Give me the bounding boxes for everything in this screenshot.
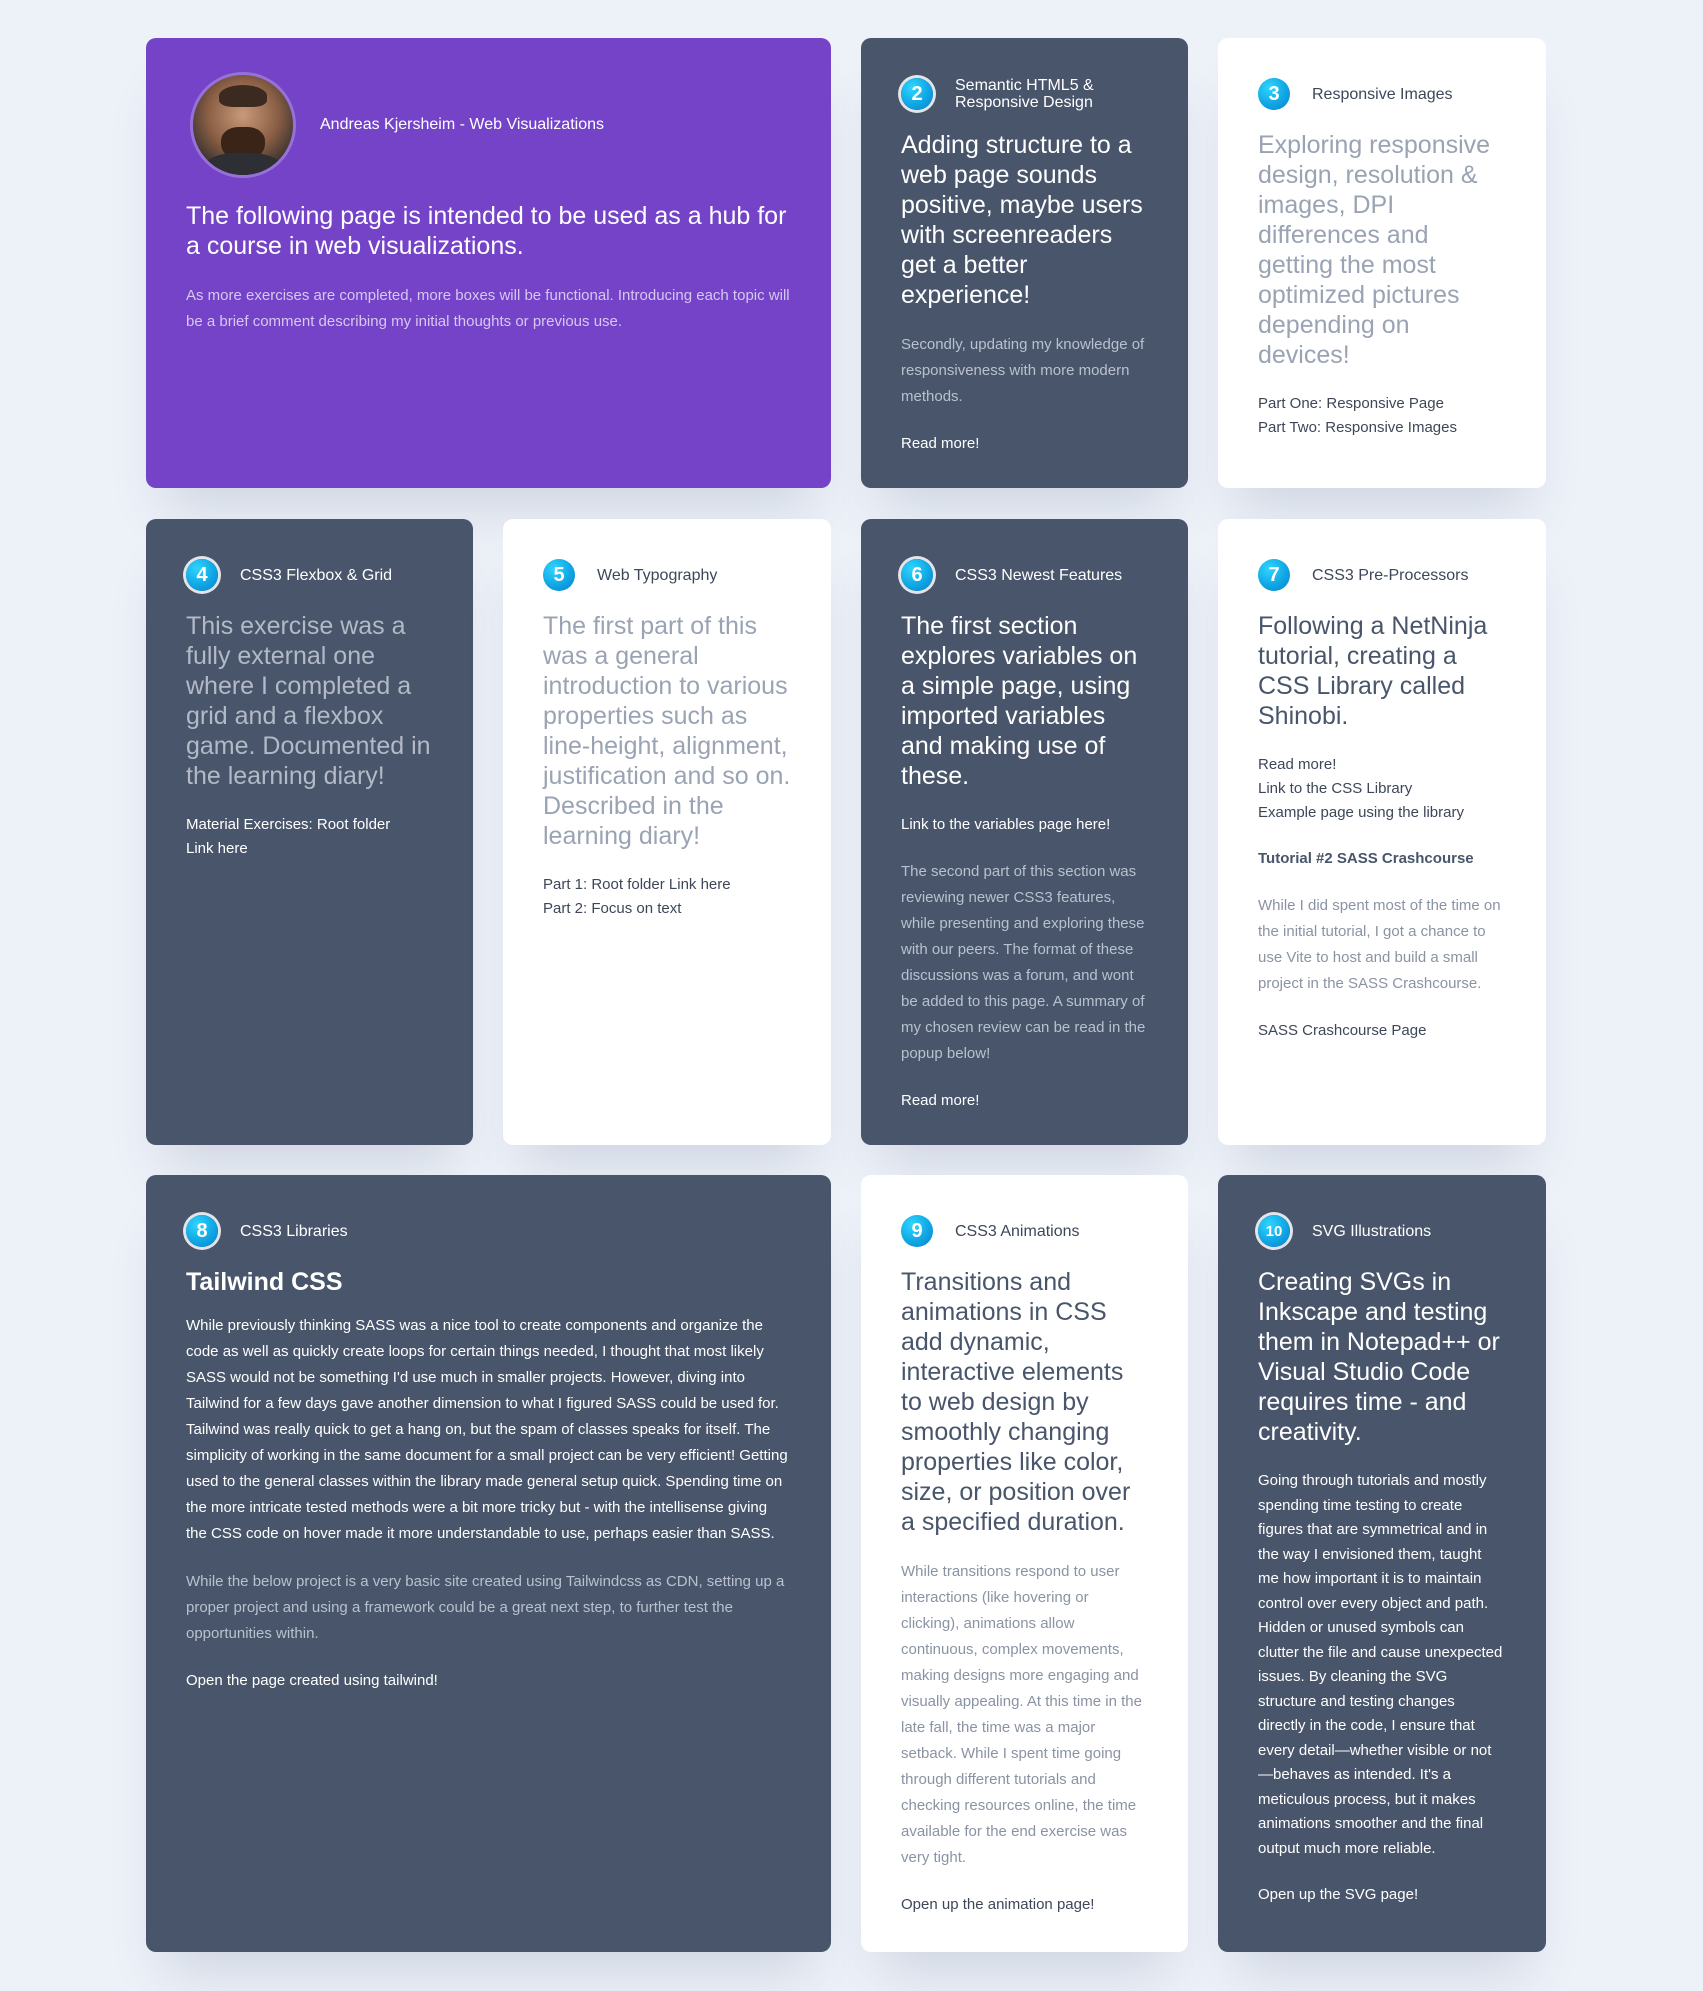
card-topic: Web Typography — [597, 566, 718, 584]
hub-subtitle: As more exercises are completed, more bo… — [186, 287, 790, 330]
link-here[interactable]: Link here — [186, 837, 433, 861]
card-css3-animations: 9 CSS3 Animations Transitions and animat… — [861, 1175, 1188, 1952]
card-headline: Transitions and animations in CSS add dy… — [901, 1268, 1131, 1536]
card-topic: SVG Illustrations — [1312, 1222, 1432, 1240]
part-1-link[interactable]: Part 1: Root folder Link here — [543, 873, 791, 897]
read-more-link[interactable]: Read more! — [901, 1089, 1148, 1113]
card-topic: CSS3 Newest Features — [955, 566, 1123, 584]
card-headline: Adding structure to a web page sounds po… — [901, 131, 1143, 309]
number-badge: 7 — [1258, 559, 1290, 591]
card-topic: CSS3 Animations — [955, 1222, 1080, 1240]
number-badge: 5 — [543, 559, 575, 591]
material-exercises-link[interactable]: Material Exercises: Root folder — [186, 813, 433, 837]
part-one-link[interactable]: Part One: Responsive Page — [1258, 392, 1506, 416]
card-header: 10 SVG Illustrations — [1258, 1215, 1506, 1247]
part-two-link[interactable]: Part Two: Responsive Images — [1258, 416, 1506, 440]
card-headline: Creating SVGs in Inkscape and testing th… — [1258, 1268, 1500, 1446]
sass-crashcourse-link[interactable]: SASS Crashcourse Page — [1258, 1019, 1506, 1043]
card-header: 3 Responsive Images — [1258, 78, 1506, 110]
card-text: While previously thinking SASS was a nic… — [186, 1317, 788, 1542]
card-text: While I did spent most of the time on th… — [1258, 897, 1501, 992]
card-header: 6 CSS3 Newest Features — [901, 559, 1148, 591]
card-header: 7 CSS3 Pre-Processors — [1258, 559, 1506, 591]
profile: Andreas Kjersheim - Web Visualizations — [193, 75, 791, 175]
card-text: Secondly, updating my knowledge of respo… — [901, 336, 1145, 405]
card-topic: CSS3 Pre-Processors — [1312, 566, 1469, 584]
card-header: 2 Semantic HTML5 & Responsive Design — [901, 77, 1148, 111]
card-topic: Semantic HTML5 & Responsive Design — [955, 77, 1094, 111]
card-semantic-html: 2 Semantic HTML5 & Responsive Design Add… — [861, 38, 1188, 488]
card-flexbox-grid: 4 CSS3 Flexbox & Grid This exercise was … — [146, 519, 473, 1145]
card-css3-newest-features: 6 CSS3 Newest Features The first section… — [861, 519, 1188, 1145]
number-badge: 3 — [1258, 78, 1290, 110]
part-2-link[interactable]: Part 2: Focus on text — [543, 897, 791, 921]
card-headline: Exploring responsive design, resolution … — [1258, 131, 1491, 369]
card-title: Tailwind CSS — [186, 1268, 343, 1296]
card-css3-preprocessors: 7 CSS3 Pre-Processors Following a NetNin… — [1218, 519, 1546, 1145]
card-header: 4 CSS3 Flexbox & Grid — [186, 559, 433, 591]
card-svg-illustrations: 10 SVG Illustrations Creating SVGs in In… — [1218, 1175, 1546, 1952]
card-subheading: Tutorial #2 SASS Crashcourse — [1258, 850, 1474, 867]
number-badge: 4 — [186, 559, 218, 591]
read-more-link[interactable]: Read more! — [901, 432, 1148, 456]
card-text: The second part of this section was revi… — [901, 863, 1146, 1062]
number-badge: 6 — [901, 559, 933, 591]
card-headline: The first part of this was a general int… — [543, 612, 791, 850]
card-headline: Following a NetNinja tutorial, creating … — [1258, 612, 1488, 730]
number-badge: 9 — [901, 1215, 933, 1247]
hub-intro-card: Andreas Kjersheim - Web Visualizations T… — [146, 38, 831, 488]
card-text: Going through tutorials and mostly spend… — [1258, 1472, 1503, 1857]
number-badge: 10 — [1258, 1215, 1290, 1247]
svg-page-link[interactable]: Open up the SVG page! — [1258, 1883, 1506, 1907]
card-responsive-images: 3 Responsive Images Exploring responsive… — [1218, 38, 1546, 488]
card-topic: CSS3 Libraries — [240, 1222, 348, 1240]
author-name: Andreas Kjersheim - Web Visualizations — [320, 116, 604, 133]
card-headline: This exercise was a fully external one w… — [186, 612, 431, 790]
number-badge: 2 — [901, 78, 933, 110]
card-header: 8 CSS3 Libraries — [186, 1215, 791, 1247]
tailwind-page-link[interactable]: Open the page created using tailwind! — [186, 1669, 791, 1693]
card-web-typography: 5 Web Typography The first part of this … — [503, 519, 831, 1145]
number-badge: 8 — [186, 1215, 218, 1247]
card-text: While transitions respond to user intera… — [901, 1563, 1142, 1866]
avatar — [193, 75, 293, 175]
example-page-link[interactable]: Example page using the library — [1258, 801, 1506, 825]
card-headline: The first section explores variables on … — [901, 612, 1138, 790]
animation-page-link[interactable]: Open up the animation page! — [901, 1893, 1148, 1917]
hub-title: The following page is intended to be use… — [186, 202, 787, 260]
read-more-link[interactable]: Read more! — [1258, 753, 1506, 777]
card-text-secondary: While the below project is a very basic … — [186, 1573, 785, 1642]
card-header: 5 Web Typography — [543, 559, 791, 591]
card-topic: CSS3 Flexbox & Grid — [240, 566, 393, 584]
card-topic: Responsive Images — [1312, 85, 1453, 103]
variables-page-link[interactable]: Link to the variables page here! — [901, 813, 1148, 837]
css-library-link[interactable]: Link to the CSS Library — [1258, 777, 1506, 801]
card-header: 9 CSS3 Animations — [901, 1215, 1148, 1247]
card-css3-libraries: 8 CSS3 Libraries Tailwind CSS While prev… — [146, 1175, 831, 1952]
